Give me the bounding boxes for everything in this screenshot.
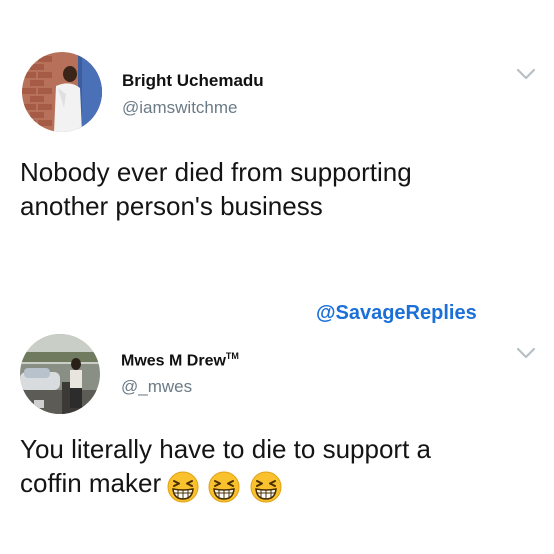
grinning-squinting-face-icon <box>167 471 199 503</box>
tweet-text-line-2: another person's business <box>20 191 323 221</box>
chevron-down-icon[interactable] <box>515 67 537 81</box>
avatar-image <box>22 52 102 132</box>
author-name[interactable]: Mwes M DrewTM <box>121 351 239 370</box>
tweet-card-2: Mwes M DrewTM @_mwes You literally have … <box>0 322 554 554</box>
tweet-text-line-2: coffin maker <box>20 466 530 503</box>
tweet-text-line-1: You literally have to die to support a <box>20 434 431 464</box>
avatar-mwes-m-drew[interactable] <box>20 334 100 414</box>
tweet-text: You literally have to die to support a c… <box>20 432 530 503</box>
avatar-bright-uchemadu[interactable] <box>22 52 102 132</box>
tweet-text-line-1: Nobody ever died from supporting <box>20 157 412 187</box>
grinning-squinting-face-icon <box>250 471 282 503</box>
emoji-row <box>167 468 283 503</box>
author-handle[interactable]: @iamswitchme <box>122 98 238 118</box>
author-name-text: Mwes M Drew <box>121 352 226 370</box>
author-name[interactable]: Bright Uchemadu <box>122 71 264 91</box>
tweet-card-1: Bright Uchemadu @iamswitchme Nobody ever… <box>0 0 554 280</box>
tweet-text-line-2-text: coffin maker <box>20 468 162 498</box>
tweet-text: Nobody ever died from supporting another… <box>20 155 530 223</box>
author-name-text: Bright Uchemadu <box>122 71 264 90</box>
trademark-badge: TM <box>225 351 239 361</box>
avatar-image <box>20 334 100 414</box>
grinning-squinting-face-icon <box>208 471 240 503</box>
author-handle[interactable]: @_mwes <box>121 377 192 397</box>
chevron-down-icon[interactable] <box>515 346 537 360</box>
